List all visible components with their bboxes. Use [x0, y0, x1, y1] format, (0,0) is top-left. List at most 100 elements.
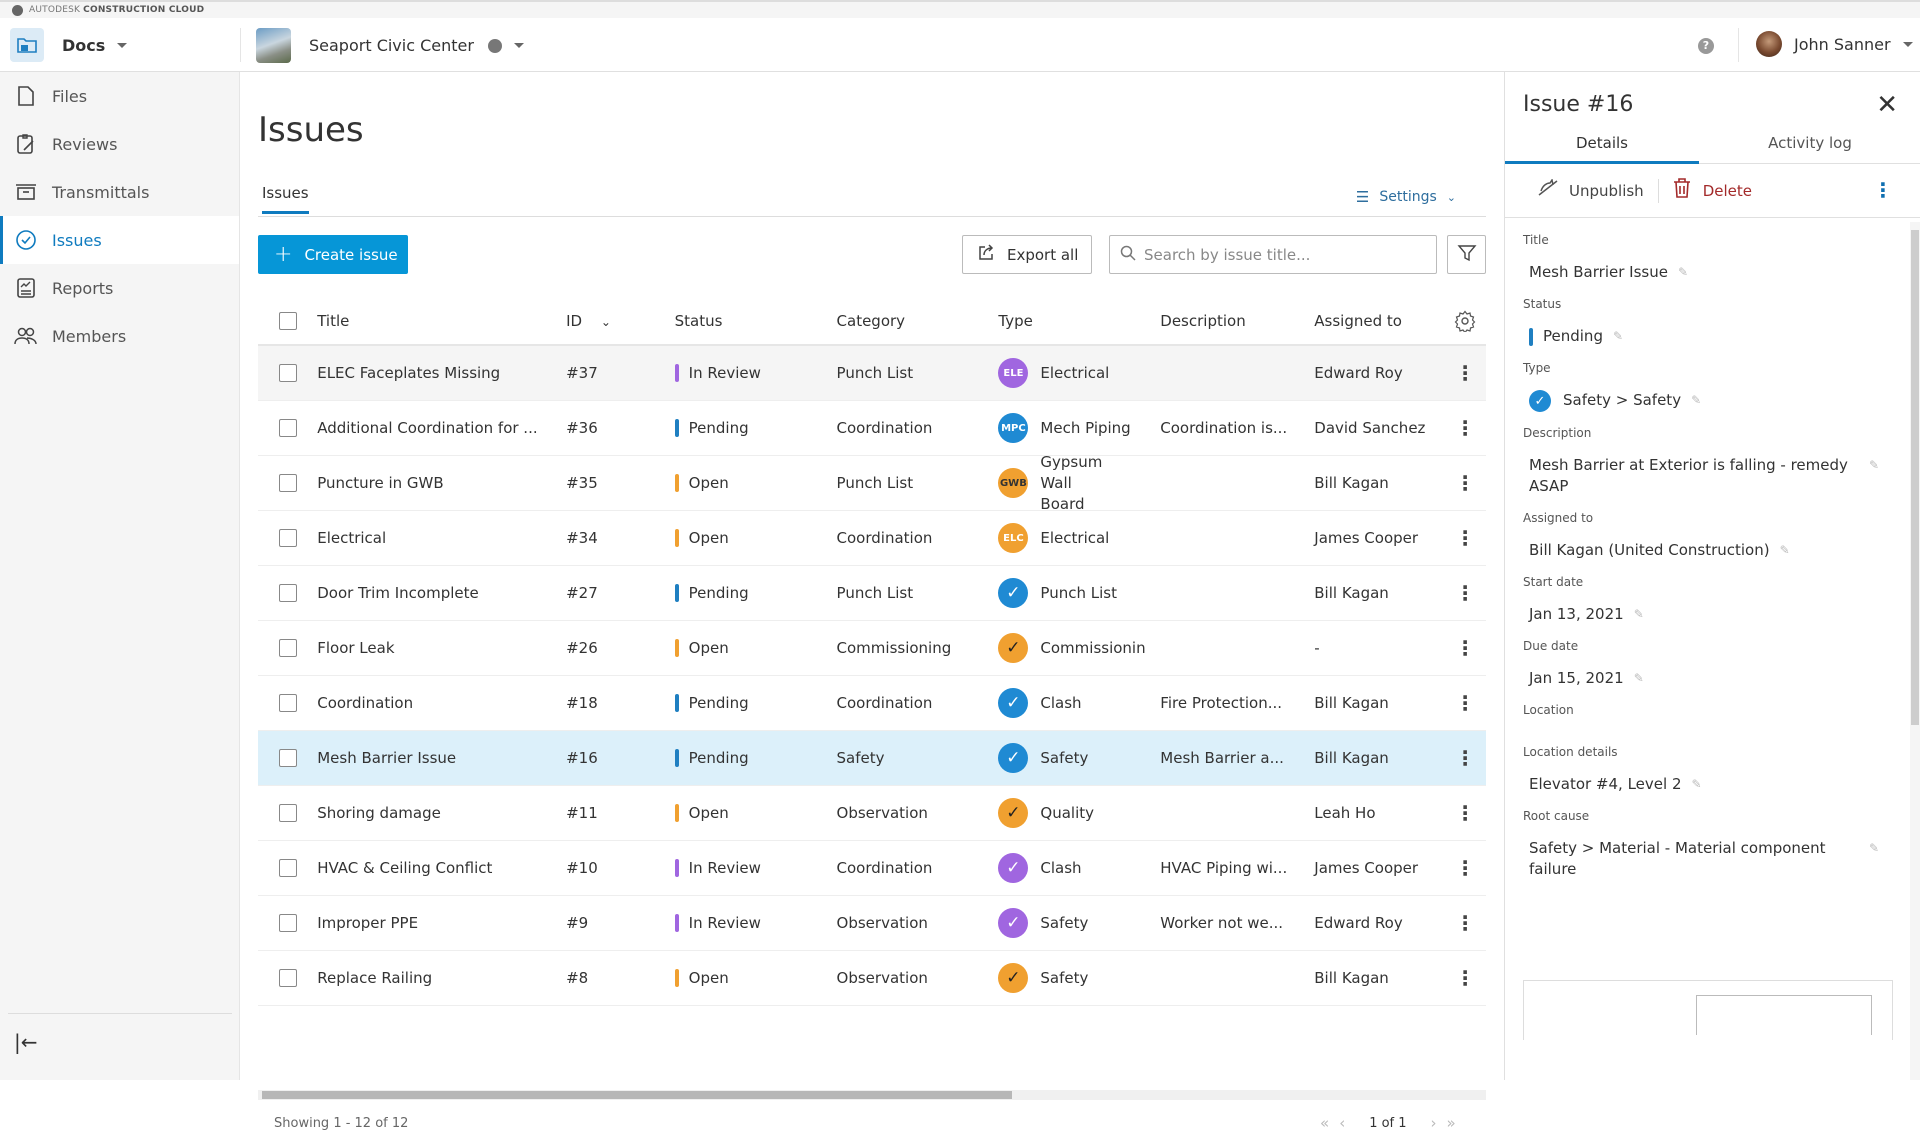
table-row[interactable]: ELEC Faceplates Missing #37 In Review Punch…: [258, 346, 1486, 401]
row-checkbox[interactable]: [278, 859, 297, 877]
column-header-category[interactable]: Category: [837, 312, 999, 330]
column-header-assigned[interactable]: Assigned to: [1314, 312, 1444, 330]
module-switcher[interactable]: Docs: [10, 28, 128, 62]
row-more-icon[interactable]: ⋮: [1445, 636, 1486, 660]
column-header-type[interactable]: Type: [998, 312, 1160, 330]
first-page-icon[interactable]: «: [1320, 1114, 1329, 1132]
pencil-icon[interactable]: ✎: [1678, 262, 1688, 283]
cell-title[interactable]: Shoring damage: [317, 804, 566, 822]
create-issue-button[interactable]: + Create issue: [258, 235, 408, 274]
row-more-icon[interactable]: ⋮: [1445, 911, 1486, 935]
cell-title[interactable]: Coordination: [317, 694, 566, 712]
column-header-id[interactable]: ID ⌄: [566, 312, 675, 330]
cell-title[interactable]: HVAC & Ceiling Conflict: [317, 859, 566, 877]
table-row[interactable]: Replace Railing #8 Open Observation ✓ Safety B…: [258, 951, 1486, 1006]
column-header-description[interactable]: Description: [1160, 312, 1314, 330]
table-row[interactable]: Improper PPE #9 In Review Observation ✓ Safet…: [258, 896, 1486, 951]
help-icon[interactable]: ?: [1698, 38, 1714, 54]
row-more-icon[interactable]: ⋮: [1445, 856, 1486, 880]
sidebar-item-reports[interactable]: Reports: [0, 264, 239, 312]
cell-title[interactable]: Electrical: [317, 529, 566, 547]
column-header-title[interactable]: Title: [317, 312, 566, 330]
field-assigned-value[interactable]: Bill Kagan (United Construction): [1529, 540, 1770, 561]
unpublish-button[interactable]: Unpublish: [1537, 178, 1644, 202]
tab-issues[interactable]: Issues: [262, 184, 309, 214]
row-checkbox[interactable]: [278, 694, 297, 712]
pencil-icon[interactable]: ✎: [1634, 604, 1644, 625]
row-checkbox[interactable]: [278, 639, 297, 657]
panel-scrollbar[interactable]: [1910, 222, 1920, 1080]
sidebar-item-transmittals[interactable]: Transmittals: [0, 168, 239, 216]
row-more-icon[interactable]: ⋮: [1445, 966, 1486, 990]
pencil-icon[interactable]: ✎: [1692, 774, 1702, 795]
attachment-input[interactable]: [1696, 995, 1872, 1035]
field-location-details-value[interactable]: Elevator #4, Level 2: [1529, 774, 1682, 795]
tab-activity-log[interactable]: Activity log: [1699, 134, 1920, 152]
more-vertical-icon[interactable]: ⋮: [1873, 178, 1893, 202]
close-icon[interactable]: ✕: [1876, 90, 1898, 120]
search-input[interactable]: [1144, 245, 1424, 264]
row-more-icon[interactable]: ⋮: [1445, 581, 1486, 605]
row-more-icon[interactable]: ⋮: [1445, 801, 1486, 825]
cell-title[interactable]: Mesh Barrier Issue: [317, 749, 566, 767]
horizontal-scrollbar[interactable]: [258, 1090, 1486, 1100]
row-checkbox[interactable]: [278, 419, 297, 437]
cell-title[interactable]: Floor Leak: [317, 639, 566, 657]
table-row[interactable]: Coordination #18 Pending Coordination ✓ Clash…: [258, 676, 1486, 731]
row-checkbox[interactable]: [278, 364, 297, 382]
cell-title[interactable]: Improper PPE: [317, 914, 566, 932]
settings-dropdown[interactable]: ☰ Settings ⌄: [1356, 188, 1456, 206]
cell-title[interactable]: Puncture in GWB: [317, 474, 566, 492]
next-page-icon[interactable]: ›: [1431, 1114, 1437, 1132]
pencil-icon[interactable]: ✎: [1869, 838, 1879, 859]
row-checkbox[interactable]: [278, 474, 297, 492]
sidebar-item-files[interactable]: Files: [0, 72, 239, 120]
filter-button[interactable]: [1447, 235, 1486, 274]
row-more-icon[interactable]: ⋮: [1445, 361, 1486, 385]
last-page-icon[interactable]: »: [1447, 1114, 1456, 1132]
table-row[interactable]: Floor Leak #26 Open Commissioning ✓ Commissio…: [258, 621, 1486, 676]
scrollbar-thumb[interactable]: [1911, 230, 1919, 725]
row-more-icon[interactable]: ⋮: [1445, 526, 1486, 550]
field-start-date-value[interactable]: Jan 13, 2021: [1529, 604, 1624, 625]
pencil-icon[interactable]: ✎: [1780, 540, 1790, 561]
user-menu[interactable]: John Sanner: [1756, 31, 1913, 57]
sidebar-item-reviews[interactable]: Reviews: [0, 120, 239, 168]
sidebar-item-members[interactable]: Members: [0, 312, 239, 360]
row-checkbox[interactable]: [278, 529, 297, 547]
table-row[interactable]: Shoring damage #11 Open Observation ✓ Quality…: [258, 786, 1486, 841]
row-checkbox[interactable]: [278, 969, 297, 987]
column-header-status[interactable]: Status: [675, 312, 837, 330]
row-more-icon[interactable]: ⋮: [1445, 471, 1486, 495]
pencil-icon[interactable]: ✎: [1613, 326, 1623, 347]
scrollbar-thumb[interactable]: [262, 1091, 1012, 1099]
pencil-icon[interactable]: ✎: [1691, 390, 1701, 411]
field-type-value[interactable]: Safety > Safety: [1563, 390, 1681, 411]
select-all-checkbox[interactable]: [278, 311, 297, 330]
field-root-cause-value[interactable]: Safety > Material - Material component f…: [1529, 838, 1859, 880]
cell-title[interactable]: Replace Railing: [317, 969, 566, 987]
field-title-value[interactable]: Mesh Barrier Issue: [1529, 262, 1668, 283]
sidebar-item-issues[interactable]: Issues: [0, 216, 239, 264]
delete-button[interactable]: Delete: [1673, 178, 1752, 203]
row-more-icon[interactable]: ⋮: [1445, 691, 1486, 715]
tab-details[interactable]: Details: [1505, 134, 1699, 164]
pencil-icon[interactable]: ✎: [1869, 455, 1879, 476]
table-row[interactable]: Door Trim Incomplete #27 Pending Punch List…: [258, 566, 1486, 621]
project-switcher[interactable]: Seaport Civic Center: [256, 28, 524, 63]
prev-page-icon[interactable]: ‹: [1339, 1114, 1345, 1132]
field-status-value[interactable]: Pending: [1543, 326, 1603, 347]
row-checkbox[interactable]: [278, 804, 297, 822]
field-description-value[interactable]: Mesh Barrier at Exterior is falling - re…: [1529, 455, 1859, 497]
cell-title[interactable]: Door Trim Incomplete: [317, 584, 566, 602]
pencil-icon[interactable]: ✎: [1634, 668, 1644, 689]
row-more-icon[interactable]: ⋮: [1445, 746, 1486, 770]
row-checkbox[interactable]: [278, 749, 297, 767]
collapse-left-icon[interactable]: |←: [14, 1030, 38, 1054]
table-row[interactable]: HVAC & Ceiling Conflict #10 In Review Coord…: [258, 841, 1486, 896]
cell-title[interactable]: Additional Coordination for ...: [317, 419, 566, 437]
table-row[interactable]: Electrical #34 Open Coordination ELC Electric…: [258, 511, 1486, 566]
row-checkbox[interactable]: [278, 914, 297, 932]
field-due-date-value[interactable]: Jan 15, 2021: [1529, 668, 1624, 689]
table-row[interactable]: Additional Coordination for ... #36 Pendin…: [258, 401, 1486, 456]
